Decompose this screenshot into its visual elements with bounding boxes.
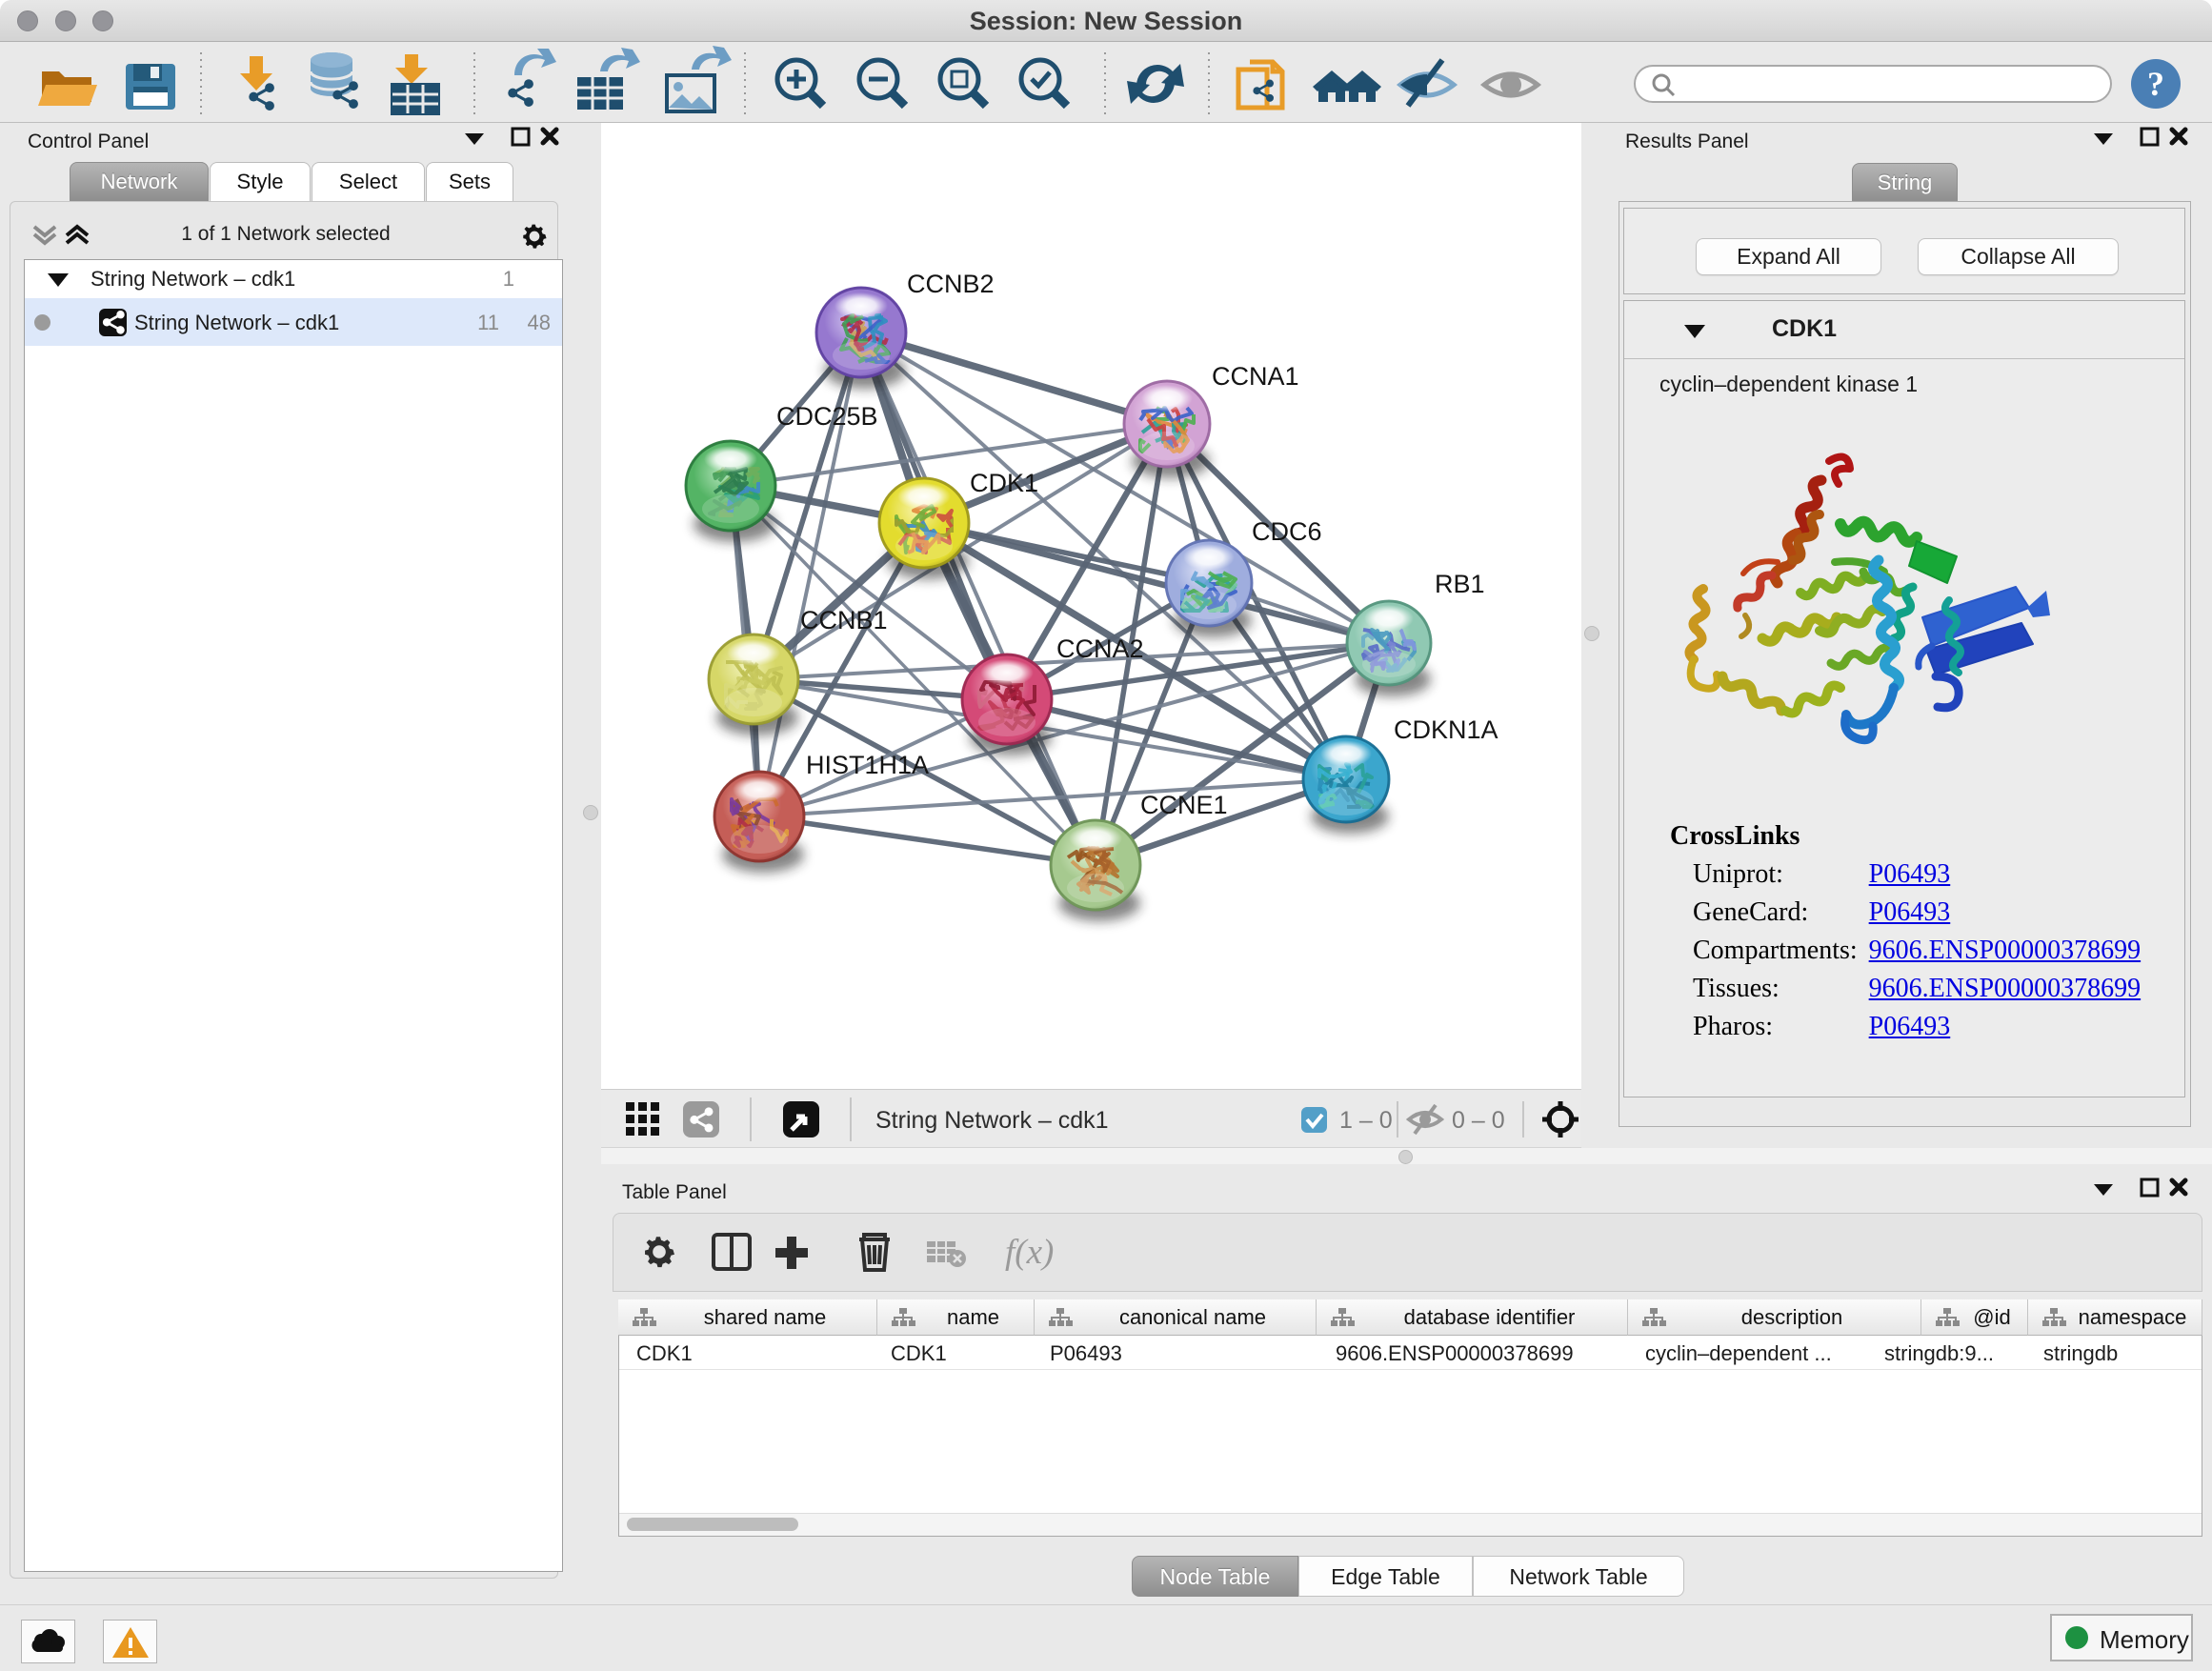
svg-text:CCNE1: CCNE1: [1140, 791, 1228, 819]
svg-text:0 – 0: 0 – 0: [1452, 1107, 1505, 1134]
svg-text:f(x): f(x): [1005, 1233, 1054, 1272]
svg-text:RB1: RB1: [1435, 570, 1485, 598]
svg-text:CCNB2: CCNB2: [907, 270, 995, 298]
svg-text:String Network – cdk1: String Network – cdk1: [875, 1107, 1109, 1134]
svg-text:1 – 0: 1 – 0: [1339, 1107, 1393, 1134]
svg-text:CDKN1A: CDKN1A: [1394, 715, 1498, 744]
svg-text:CDC6: CDC6: [1252, 517, 1322, 546]
svg-text:CCNA1: CCNA1: [1212, 362, 1299, 391]
svg-text:?: ?: [2147, 65, 2164, 103]
svg-text:CCNB1: CCNB1: [800, 606, 888, 634]
svg-text:CDC25B: CDC25B: [776, 402, 878, 431]
svg-text:HIST1H1A: HIST1H1A: [806, 751, 929, 779]
svg-text:CDK1: CDK1: [970, 469, 1038, 497]
svg-text:CCNA2: CCNA2: [1056, 634, 1144, 663]
